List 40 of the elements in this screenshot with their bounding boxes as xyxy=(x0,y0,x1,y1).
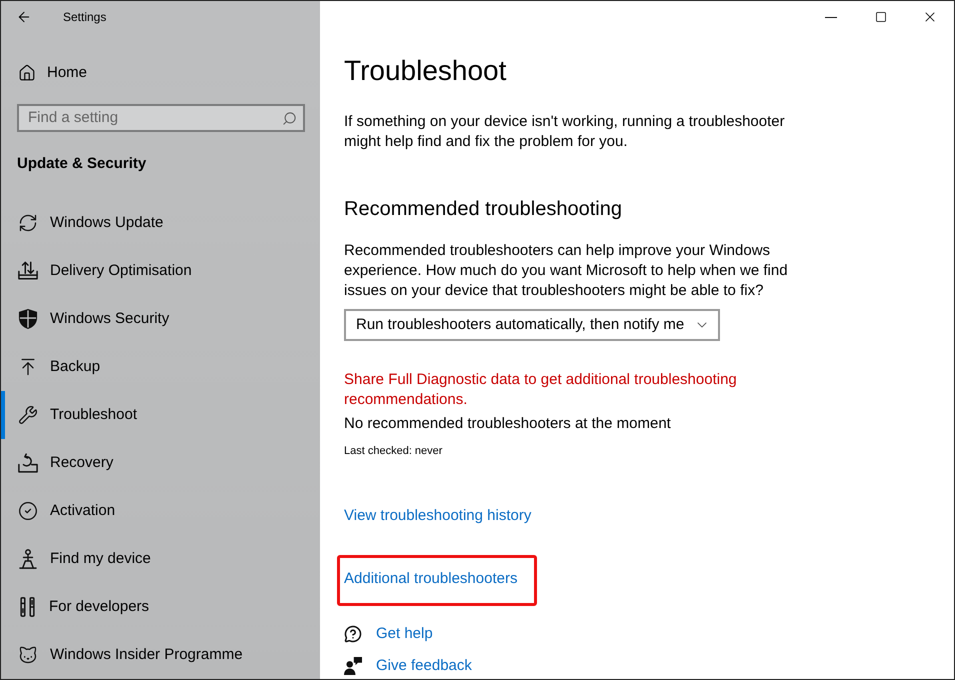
cat-icon xyxy=(18,645,38,665)
page-title: Troubleshoot xyxy=(344,54,506,88)
text-link[interactable]: View troubleshooting history xyxy=(344,506,532,526)
sidebar-nav-item[interactable]: Windows Security xyxy=(1,295,320,343)
minimize-icon xyxy=(825,16,837,18)
help-link[interactable]: Give feedback xyxy=(376,656,472,676)
help-link[interactable]: Get help xyxy=(376,624,433,644)
status-text: No recommended troubleshooters at the moment xyxy=(344,414,671,434)
person-speech-icon xyxy=(344,657,362,675)
home-nav-item[interactable]: Home xyxy=(1,50,320,96)
shield-icon xyxy=(18,309,38,329)
section-title: Update & Security xyxy=(17,154,148,174)
help-bubble-icon xyxy=(344,625,362,643)
description-text: Recommended troubleshooters can help improve your Windows experience. How much do you want Microsoft to help when we find issues on your device that troubleshooters might be able to fix? xyxy=(344,241,789,301)
text-link[interactable]: Additional troubleshooters xyxy=(344,569,518,589)
sidebar-nav-item[interactable]: Backup xyxy=(1,343,320,391)
sliders-icon xyxy=(20,597,35,617)
search-icon[interactable] xyxy=(282,110,297,126)
wrench-icon xyxy=(18,405,38,425)
last-checked-text: Last checked: never xyxy=(344,444,442,459)
person-pedestal-icon xyxy=(18,549,38,569)
search-field[interactable]: Find a setting xyxy=(17,104,305,132)
sidebar-nav-item[interactable]: Windows Update xyxy=(1,199,320,247)
dropdown[interactable]: Run troubleshooters automatically, then notify me xyxy=(344,309,720,341)
sidebar-nav-item[interactable]: Find my device xyxy=(1,535,320,583)
intro-text: If something on your device isn't working, running a troubleshooter might help find and fix the problem for you. xyxy=(344,112,786,152)
check-circle-icon xyxy=(18,501,38,521)
tray-arrows-icon xyxy=(18,261,38,281)
maximize-icon xyxy=(875,11,887,23)
sidebar-nav-item[interactable]: Windows Insider Programme xyxy=(1,631,320,679)
sidebar-nav-item[interactable]: For developers xyxy=(1,583,320,631)
sidebar-nav-item[interactable]: Activation xyxy=(1,487,320,535)
sidebar-nav-item[interactable]: Delivery Optimisation xyxy=(1,247,320,295)
sidebar-nav-item[interactable]: Recovery xyxy=(1,439,320,487)
sync-icon xyxy=(18,213,38,233)
diagnostic-link[interactable]: Share Full Diagnostic data to get additional troubleshooting recommendations. xyxy=(344,370,764,410)
section-heading: Recommended troubleshooting xyxy=(344,197,622,222)
window-title: Settings xyxy=(63,9,106,26)
home-icon xyxy=(18,64,36,82)
recovery-icon xyxy=(18,453,38,473)
